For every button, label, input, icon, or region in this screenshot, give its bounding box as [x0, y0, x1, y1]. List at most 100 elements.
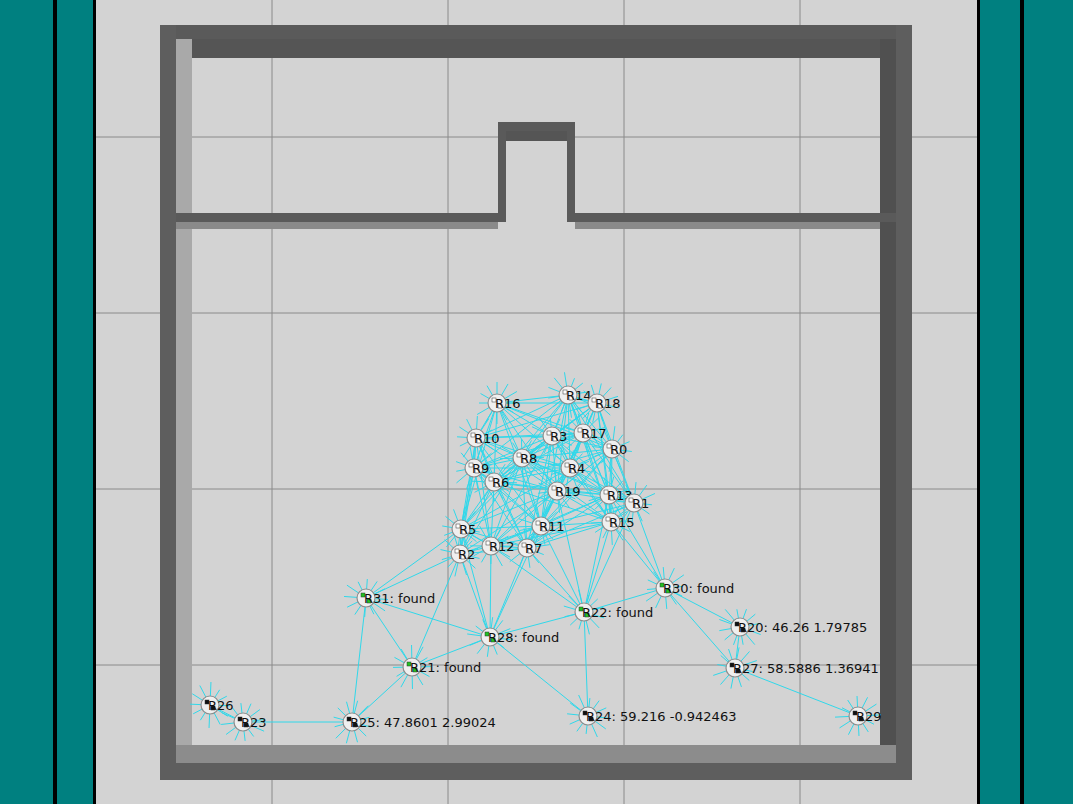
grid-line — [272, 0, 273, 804]
sensor-ray — [226, 727, 236, 735]
sensor-ray — [495, 530, 501, 539]
sensor-ray — [539, 483, 550, 488]
link-line — [491, 468, 570, 546]
sensor-ray — [539, 417, 548, 429]
link-line — [460, 438, 476, 554]
robot-label: R23 — [241, 715, 267, 730]
link-line — [584, 503, 634, 612]
sensor-ray — [459, 427, 469, 434]
robot-label: R2 — [458, 547, 475, 562]
robot-label: R7 — [525, 541, 542, 556]
link-line — [522, 458, 634, 503]
sensor-ray — [840, 720, 852, 728]
sensor-ray — [442, 556, 453, 559]
sensor-ray — [531, 437, 544, 438]
sensor-ray — [562, 446, 567, 460]
robot-label: R19 — [555, 484, 581, 499]
robot-label: R31: found — [364, 591, 435, 606]
sensor-ray — [524, 528, 526, 540]
robot: R6 — [485, 473, 509, 491]
robot-label: R16 — [495, 396, 521, 411]
sensor-ray — [493, 490, 494, 502]
sensor-ray — [588, 490, 602, 493]
robot: R14 — [559, 386, 592, 404]
sensor-ray — [565, 614, 577, 617]
sensor-ray — [463, 445, 471, 457]
sensor-ray — [221, 723, 235, 725]
robot: R30: found — [656, 579, 734, 597]
sensor-ray — [731, 676, 734, 689]
sensor-ray — [498, 464, 505, 475]
sensor-ray — [470, 447, 472, 460]
sensor-ray — [401, 649, 408, 660]
link-line — [611, 522, 665, 588]
sensor-ray — [570, 719, 581, 724]
sensor-ray — [528, 556, 530, 568]
sensor-ray — [455, 562, 458, 577]
sensor-ray — [467, 476, 472, 489]
link-line — [609, 495, 665, 588]
sensor-ray — [519, 555, 524, 567]
sensor-ray — [495, 553, 502, 566]
sensor-ray — [190, 704, 202, 705]
link-line — [490, 548, 527, 637]
notch-wall — [498, 122, 506, 222]
sensor-ray — [504, 462, 515, 469]
outer-background — [0, 0, 1073, 804]
sensor-ray — [564, 372, 566, 387]
border-line — [53, 0, 57, 804]
sensor-ray — [553, 454, 564, 463]
sensor-ray — [577, 441, 581, 453]
sensor-ray — [577, 722, 583, 731]
sensor-ray — [497, 411, 498, 424]
sensor-ray — [411, 645, 412, 659]
robot-label: R4 — [568, 461, 585, 476]
sensor-ray — [502, 447, 515, 454]
sensor-ray — [591, 522, 603, 524]
grid-line — [800, 0, 801, 804]
sensor-ray — [470, 640, 483, 645]
sensor-ray — [591, 723, 597, 737]
sensor-ray — [585, 413, 589, 425]
link-line — [366, 598, 412, 667]
sensor-ray — [613, 506, 627, 512]
sensor-ray — [519, 528, 533, 531]
sensor-ray — [510, 553, 521, 562]
sensor-ray — [457, 436, 468, 438]
world-canvas: R16R14R18R10R3R17R0R8R9R4R6R19R13R1R15R1… — [0, 0, 1073, 804]
sensor-ray — [858, 724, 860, 736]
robot-label: R20: 46.26 1.79785 — [738, 620, 867, 635]
robot-label: R27: 58.5886 1.36941 — [733, 661, 879, 676]
link-line — [474, 468, 541, 526]
sensor-ray — [729, 649, 733, 660]
sensor-ray — [544, 443, 549, 453]
sensor-ray — [585, 441, 588, 453]
wall-right-face — [880, 39, 896, 763]
link-line — [665, 588, 735, 668]
sensor-ray — [416, 674, 423, 685]
floor-border — [93, 0, 980, 804]
robot-label: R1 — [632, 496, 649, 511]
sensor-ray — [611, 530, 613, 545]
sensor-ray — [210, 682, 212, 697]
robot-label: R28: found — [488, 630, 559, 645]
robot: R19 — [548, 482, 581, 500]
sensor-ray — [494, 462, 495, 474]
sensor-ray — [501, 384, 508, 396]
link-line — [366, 529, 461, 598]
link-line — [490, 546, 491, 637]
robot: R21: found — [403, 658, 481, 676]
robot: R5 — [452, 520, 476, 538]
grid-line — [624, 0, 625, 804]
link-line — [584, 522, 611, 612]
robot: R31: found — [357, 589, 435, 607]
sensor-ray — [548, 498, 554, 512]
robot-label: R9 — [472, 461, 489, 476]
notch-wall — [498, 122, 575, 131]
sensor-ray — [543, 507, 547, 518]
wall-bottom-face — [176, 745, 896, 763]
sensor-ray — [537, 507, 539, 518]
grid — [96, 0, 977, 804]
sensor-ray — [393, 667, 404, 668]
link-line — [557, 491, 584, 612]
